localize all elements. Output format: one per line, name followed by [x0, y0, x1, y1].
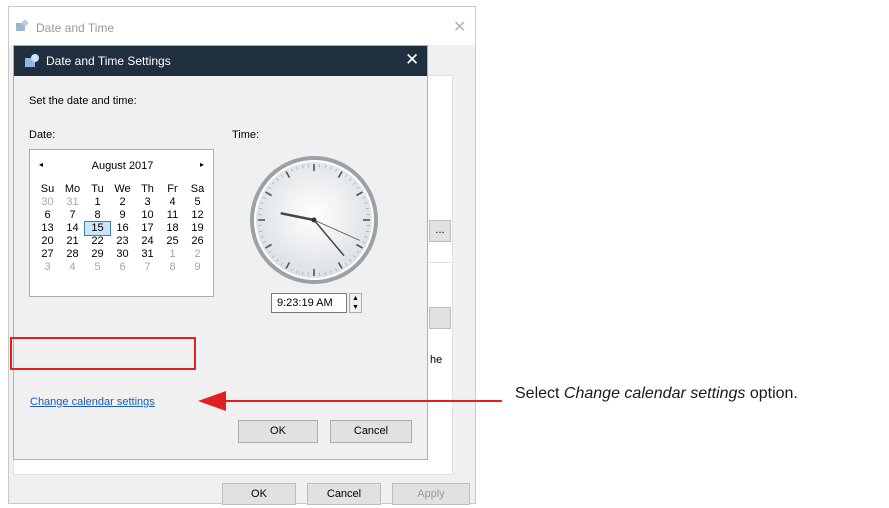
weekday-label: Su: [40, 183, 55, 195]
calendar-day[interactable]: 20: [35, 235, 60, 248]
weekday-label: Tu: [91, 183, 104, 195]
annotation-suffix: option.: [745, 385, 798, 402]
calendar-day[interactable]: 31: [60, 196, 85, 209]
outer-cancel-button[interactable]: Cancel: [307, 483, 381, 505]
calendar-day[interactable]: 8: [85, 209, 110, 222]
calendar-day[interactable]: 10: [135, 209, 160, 222]
calendar-day[interactable]: 18: [160, 222, 185, 235]
calendar-day[interactable]: 14: [60, 222, 85, 235]
calendar-day[interactable]: 29: [85, 248, 110, 261]
calendar-day[interactable]: 21: [60, 235, 85, 248]
calendar-day[interactable]: 7: [135, 261, 160, 274]
calendar-week-row: 6 7 8 9 10 11 12: [35, 209, 210, 222]
calendar-day[interactable]: 6: [110, 261, 135, 274]
dialog-title: Date and Time Settings: [46, 54, 171, 68]
outer-window-title: Date and Time: [36, 21, 115, 35]
weekday-label: Mo: [64, 183, 81, 195]
date-label: Date:: [29, 129, 56, 141]
calendar-day[interactable]: 12: [185, 209, 210, 222]
change-calendar-settings-link[interactable]: Change calendar settings: [30, 396, 155, 408]
calendar-day[interactable]: 30: [35, 196, 60, 209]
calendar-day[interactable]: 23: [110, 235, 135, 248]
calendar-month-label[interactable]: August 2017: [30, 160, 215, 172]
calendar-week-row: 20 21 22 23 24 25 26: [35, 235, 210, 248]
outer-ok-button[interactable]: OK: [222, 483, 296, 505]
weekday-label: Th: [141, 183, 154, 195]
spin-down-icon[interactable]: ▼: [350, 303, 361, 312]
calendar-week-row: 27 28 29 30 31 1 2: [35, 248, 210, 261]
weekday-label: We: [114, 183, 131, 195]
calendar-grid: Su Mo Tu We Th Fr Sa 30 31 1 2 3 4 5 6 7 8 9 10 11 12 13 14 15 1…: [35, 183, 210, 274]
calendar-day[interactable]: 13: [35, 222, 60, 235]
calendar-week-row: 30 31 1 2 3 4 5: [35, 196, 210, 209]
outer-close-icon[interactable]: ✕: [453, 17, 466, 37]
calendar-day[interactable]: 1: [85, 196, 110, 209]
outer-partial-button[interactable]: [429, 307, 451, 329]
outer-partial-text: he: [430, 354, 443, 366]
calendar-weekday-row: Su Mo Tu We Th Fr Sa: [35, 183, 210, 196]
calendar-day[interactable]: 16: [110, 222, 135, 235]
calendar-day[interactable]: 30: [110, 248, 135, 261]
calendar-day[interactable]: 27: [35, 248, 60, 261]
outer-change-button[interactable]: ...: [429, 220, 451, 242]
calendar-day[interactable]: 17: [135, 222, 160, 235]
calendar-day[interactable]: 1: [160, 248, 185, 261]
calendar-day[interactable]: 5: [85, 261, 110, 274]
calendar-day[interactable]: 9: [185, 261, 210, 274]
calendar-day[interactable]: 4: [60, 261, 85, 274]
spin-up-icon[interactable]: ▲: [350, 294, 361, 303]
annotation-text: Select Change calendar settings option.: [515, 385, 798, 403]
calendar-day[interactable]: 9: [110, 209, 135, 222]
outer-title-bar: Date and Time ✕: [9, 7, 475, 45]
time-spinner[interactable]: ▲ ▼: [349, 293, 362, 313]
calendar-day-selected[interactable]: 15: [84, 221, 111, 236]
calendar-day[interactable]: 8: [160, 261, 185, 274]
annotation-arrow: [198, 391, 502, 411]
calendar-day[interactable]: 3: [35, 261, 60, 274]
calendar-day[interactable]: 6: [35, 209, 60, 222]
calendar-day[interactable]: 22: [85, 235, 110, 248]
ok-button[interactable]: OK: [238, 420, 318, 443]
next-month-arrow-icon[interactable]: ▸: [200, 160, 204, 169]
calendar-day[interactable]: 11: [160, 209, 185, 222]
calendar-day[interactable]: 25: [160, 235, 185, 248]
calendar-day[interactable]: 31: [135, 248, 160, 261]
calendar-day[interactable]: 28: [60, 248, 85, 261]
set-date-time-heading: Set the date and time:: [29, 95, 137, 107]
outer-apply-button[interactable]: Apply: [392, 483, 470, 505]
link-highlight-box: [10, 337, 196, 370]
calendar-day[interactable]: 3: [135, 196, 160, 209]
time-label: Time:: [232, 129, 260, 141]
dialog-close-icon[interactable]: ✕: [405, 50, 419, 70]
divider: [429, 262, 451, 263]
annotation-emphasis: Change calendar settings: [563, 385, 746, 402]
calendar-day[interactable]: 24: [135, 235, 160, 248]
calendar: ◂ August 2017 ▸ Su Mo Tu We Th Fr Sa 30 31 1 2 3 4 5 6…: [29, 149, 214, 297]
calendar-day[interactable]: 2: [185, 248, 210, 261]
calendar-week-row: 3456789: [35, 261, 210, 274]
calendar-week-row: 13 14 15 16 17 18 19: [35, 221, 210, 236]
calendar-day[interactable]: 2: [110, 196, 135, 209]
cancel-button[interactable]: Cancel: [330, 420, 412, 443]
time-input[interactable]: 9:23:19 AM: [271, 293, 347, 313]
dialog-title-bar: Date and Time Settings ✕: [14, 46, 427, 76]
calendar-day[interactable]: 7: [60, 209, 85, 222]
analog-clock: [250, 156, 378, 284]
calendar-header: ◂ August 2017 ▸: [30, 160, 215, 176]
weekday-label: Sa: [190, 183, 205, 195]
weekday-label: Fr: [167, 183, 178, 195]
annotation-prefix: Select: [515, 385, 564, 402]
calendar-day[interactable]: 19: [185, 222, 210, 235]
clock-settings-icon: [25, 54, 39, 67]
calendar-day[interactable]: 5: [185, 196, 210, 209]
calendar-day[interactable]: 26: [185, 235, 210, 248]
calendar-day[interactable]: 4: [160, 196, 185, 209]
clock-settings-icon: [16, 20, 28, 31]
